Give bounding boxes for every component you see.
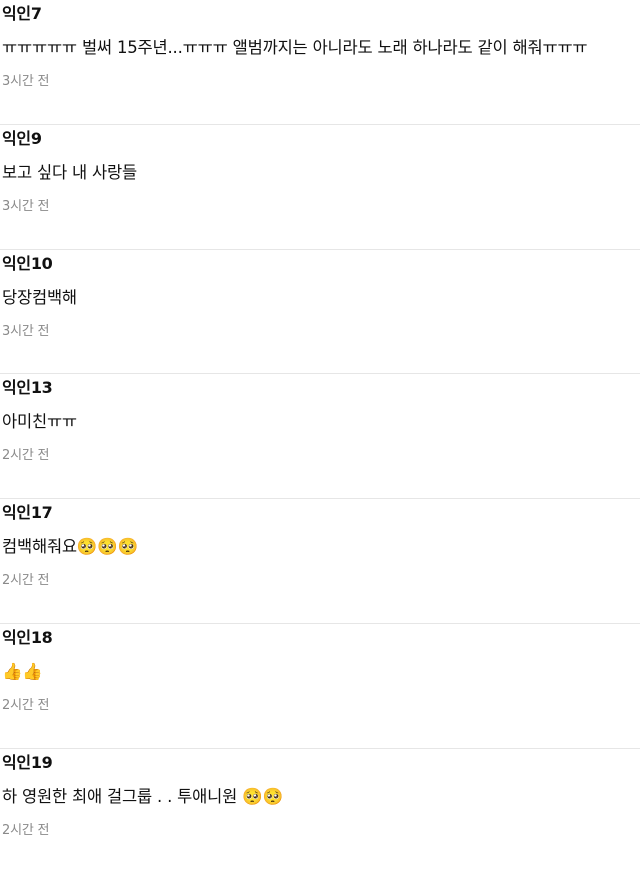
comment-author[interactable]: 익인7 bbox=[2, 4, 640, 24]
comment-timestamp: 3시간 전 bbox=[2, 198, 50, 214]
comment-item: 익인13 아미친ㅠㅠ 2시간 전 bbox=[0, 374, 640, 500]
comment-text: 당장컴백해 bbox=[2, 287, 77, 307]
comment-item: 익인18 👍👍 2시간 전 bbox=[0, 624, 640, 749]
comment-timestamp: 2시간 전 bbox=[2, 573, 50, 589]
comment-text: 👍👍 bbox=[2, 661, 43, 681]
comment-author[interactable]: 익인9 bbox=[2, 129, 640, 149]
comment-text: 컴백해줘요🥺🥺🥺 bbox=[2, 537, 138, 557]
comment-timestamp: 2시간 전 bbox=[2, 448, 50, 464]
comment-author[interactable]: 익인19 bbox=[2, 753, 640, 773]
comment-timestamp: 2시간 전 bbox=[2, 697, 50, 713]
comment-item: 익인7 ㅠㅠㅠㅠㅠ 벌써 15주년...ㅠㅠㅠ 앨범까지는 아니라도 노래 하나… bbox=[0, 0, 640, 125]
comment-text: 하 영원한 최애 걸그룹 . . 투애니원 🥺🥺 bbox=[2, 786, 283, 806]
comment-timestamp: 3시간 전 bbox=[2, 74, 50, 89]
comment-item: 익인19 하 영원한 최애 걸그룹 . . 투애니원 🥺🥺 2시간 전 bbox=[0, 749, 640, 874]
comment-author[interactable]: 익인18 bbox=[2, 628, 640, 648]
comment-item: 익인17 컴백해줘요🥺🥺🥺 2시간 전 bbox=[0, 499, 640, 624]
comment-timestamp: 2시간 전 bbox=[2, 822, 50, 838]
comment-text: 보고 싶다 내 사랑들 bbox=[2, 162, 137, 182]
comment-author[interactable]: 익인17 bbox=[2, 503, 640, 523]
comment-text: 아미친ㅠㅠ bbox=[2, 412, 77, 432]
comment-text: ㅠㅠㅠㅠㅠ 벌써 15주년...ㅠㅠㅠ 앨범까지는 아니라도 노래 하나라도 같… bbox=[2, 38, 588, 57]
comment-item: 익인9 보고 싶다 내 사랑들 3시간 전 bbox=[0, 125, 640, 250]
comment-list: 익인7 ㅠㅠㅠㅠㅠ 벌써 15주년...ㅠㅠㅠ 앨범까지는 아니라도 노래 하나… bbox=[0, 0, 640, 874]
comment-item: 익인10 당장컴백해 3시간 전 bbox=[0, 250, 640, 375]
comment-timestamp: 3시간 전 bbox=[2, 323, 50, 339]
comment-author[interactable]: 익인10 bbox=[2, 254, 640, 274]
comment-author[interactable]: 익인13 bbox=[2, 378, 640, 398]
